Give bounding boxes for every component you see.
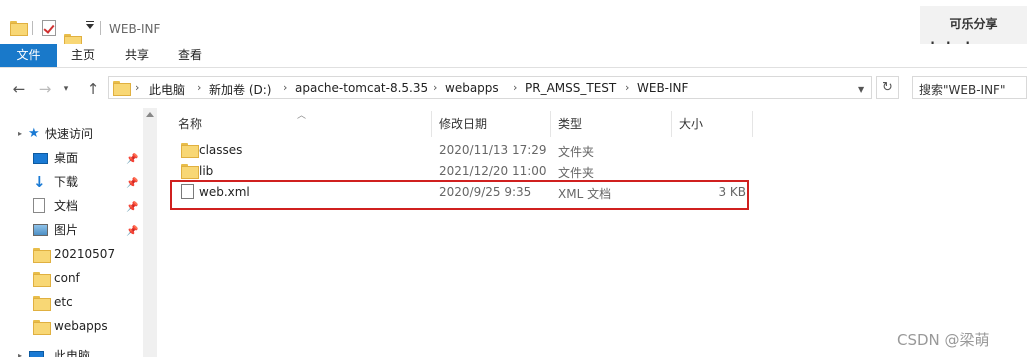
divider	[32, 21, 33, 35]
back-arrow-icon[interactable]: ←	[10, 80, 28, 98]
folder-icon[interactable]	[10, 21, 28, 36]
recent-locations-icon[interactable]: ▾	[60, 80, 72, 98]
ribbon-tabs: 文件 主页 共享 查看	[0, 44, 1027, 68]
chevron-right-icon[interactable]: ›	[283, 81, 287, 94]
pin-icon[interactable]: 📌	[126, 226, 138, 237]
sidebar-item-label: 此电脑	[54, 349, 91, 357]
folder-icon	[113, 81, 131, 96]
sidebar-item-label: conf	[54, 271, 80, 285]
chevron-right-icon[interactable]: ›	[135, 81, 139, 94]
sidebar-item-label: 图片	[54, 223, 79, 237]
customize-toolbar-icon[interactable]	[86, 21, 94, 29]
sidebar-item-label: 桌面	[54, 151, 79, 165]
up-arrow-icon[interactable]: ↑	[84, 80, 102, 98]
folder-icon	[33, 248, 51, 263]
column-header-date[interactable]: 修改日期	[433, 111, 551, 137]
file-explorer-window: WEB-INF 可乐分享 keleshare.cn 文件 主页 共享 查看 ← …	[0, 0, 1027, 357]
navigation-pane: ▸ ★ 快速访问 桌面 📌 ↓ 下载 📌 文档 📌 图片 📌 20210507	[0, 108, 157, 357]
folder-icon	[181, 143, 199, 158]
breadcrumb-drive[interactable]: 新加卷 (D:)	[209, 81, 271, 98]
properties-icon[interactable]	[42, 20, 56, 36]
breadcrumb-project[interactable]: PR_AMSS_TEST	[525, 81, 616, 95]
refresh-icon[interactable]: ↻	[876, 76, 899, 99]
chevron-expand-icon[interactable]: ▸	[18, 345, 22, 357]
file-date: 2020/11/13 17:29	[439, 143, 547, 157]
folder-icon	[33, 320, 51, 335]
file-name: classes	[199, 143, 243, 157]
file-type: 文件夹	[558, 145, 595, 159]
navigation-bar: ← → ▾ ↑ › 此电脑 › 新加卷 (D:) › apache-tomcat…	[0, 68, 1027, 108]
watermark-line1: 可乐分享	[949, 17, 998, 31]
pin-icon[interactable]: 📌	[126, 178, 138, 189]
chevron-right-icon[interactable]: ›	[433, 81, 437, 94]
table-row[interactable]: classes 2020/11/13 17:29 文件夹	[171, 140, 756, 161]
highlight-box	[170, 180, 749, 210]
chevron-right-icon[interactable]: ›	[197, 81, 201, 94]
folder-icon	[33, 296, 51, 311]
scroll-up-icon[interactable]	[146, 112, 154, 117]
title-bar: WEB-INF 可乐分享 keleshare.cn	[0, 0, 1027, 63]
picture-icon	[33, 224, 48, 236]
tab-share[interactable]: 共享	[112, 44, 162, 67]
document-icon	[33, 198, 45, 213]
sidebar-item-label: 20210507	[54, 247, 116, 261]
chevron-down-icon[interactable]: ▼	[858, 85, 864, 94]
download-icon: ↓	[33, 173, 46, 191]
chevron-right-icon[interactable]: ›	[625, 81, 629, 94]
sidebar-item-label: 下载	[54, 175, 79, 189]
chevron-right-icon[interactable]: ›	[513, 81, 517, 94]
forward-arrow-icon[interactable]: →	[36, 80, 54, 98]
divider	[100, 21, 101, 35]
search-placeholder: 搜索"WEB-INF"	[919, 83, 1006, 97]
pin-icon[interactable]: 📌	[126, 154, 138, 165]
file-list: ︿ 名称 修改日期 类型 大小 classes 2020/11/13 17:29…	[157, 108, 1027, 357]
navigation-scrollbar[interactable]	[143, 108, 157, 357]
chevron-expand-icon[interactable]: ▸	[18, 123, 22, 145]
folder-icon	[33, 272, 51, 287]
address-bar[interactable]: › 此电脑 › 新加卷 (D:) › apache-tomcat-8.5.35 …	[108, 76, 872, 99]
breadcrumb-tomcat[interactable]: apache-tomcat-8.5.35	[295, 81, 428, 95]
tab-file[interactable]: 文件	[0, 44, 57, 67]
computer-icon	[29, 351, 44, 357]
breadcrumb-web-inf[interactable]: WEB-INF	[637, 81, 688, 95]
star-icon: ★	[28, 126, 40, 141]
file-type: 文件夹	[558, 166, 595, 180]
sidebar-item-label: 文档	[54, 199, 79, 213]
table-row[interactable]: lib 2021/12/20 11:00 文件夹	[171, 161, 756, 182]
sidebar-item-label: etc	[54, 295, 73, 309]
tab-home[interactable]: 主页	[58, 44, 108, 67]
file-name: lib	[199, 164, 214, 178]
tab-view[interactable]: 查看	[165, 44, 215, 67]
desktop-icon	[33, 153, 48, 164]
search-input[interactable]: 搜索"WEB-INF"	[912, 76, 1027, 99]
column-header-name[interactable]: 名称	[172, 111, 432, 137]
breadcrumb-webapps[interactable]: webapps	[445, 81, 499, 95]
breadcrumb-this-pc[interactable]: 此电脑	[149, 81, 185, 98]
pin-icon[interactable]: 📌	[126, 202, 138, 213]
folder-icon	[181, 164, 199, 179]
window-title: WEB-INF	[109, 22, 161, 36]
csdn-credit: CSDN @梁萌	[897, 331, 990, 349]
sidebar-item-label: 快速访问	[45, 127, 94, 141]
column-header-size[interactable]: 大小	[673, 111, 753, 137]
sidebar-item-label: webapps	[54, 319, 108, 333]
file-date: 2021/12/20 11:00	[439, 164, 547, 178]
column-header-type[interactable]: 类型	[552, 111, 672, 137]
